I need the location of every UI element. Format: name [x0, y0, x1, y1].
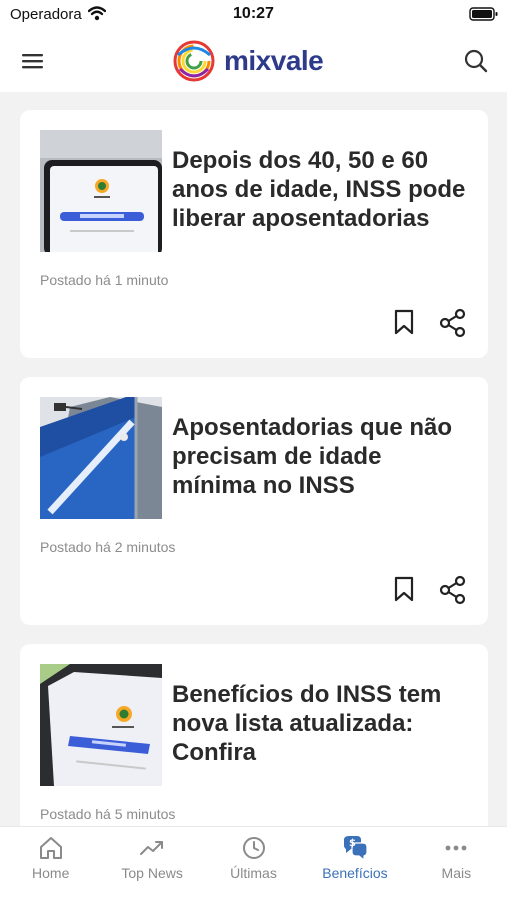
tab-label: Últimas [230, 865, 277, 881]
news-feed[interactable]: Depois dos 40, 50 e 60 anos de idade, IN… [0, 92, 507, 826]
share-icon[interactable] [438, 575, 468, 605]
article-posted-time: Postado há 5 minutos [40, 806, 176, 822]
bookmark-icon[interactable] [392, 308, 416, 336]
phone-screen-image [40, 664, 162, 786]
brand-name: mixvale [224, 45, 324, 76]
tab-label: Mais [441, 865, 472, 881]
battery-icon [469, 7, 498, 21]
home-icon [39, 837, 62, 859]
trending-icon [140, 841, 164, 855]
clock-icon [242, 837, 265, 859]
tab-mais[interactable]: Mais [406, 827, 507, 900]
article-thumbnail[interactable] [40, 130, 162, 252]
building-image [40, 397, 162, 519]
brand-logo[interactable]: mixvale [172, 38, 324, 84]
search-icon[interactable] [463, 48, 489, 74]
wifi-icon [88, 6, 106, 21]
article-card[interactable]: Aposentadorias que não precisam de idade… [20, 377, 488, 625]
hamburger-menu-icon[interactable] [18, 48, 48, 74]
article-thumbnail[interactable] [40, 397, 162, 519]
tab-home[interactable]: Home [0, 827, 101, 900]
article-card[interactable]: Depois dos 40, 50 e 60 anos de idade, IN… [20, 110, 488, 358]
more-dots-icon [445, 845, 467, 851]
tab-top-news[interactable]: Top News [101, 827, 202, 900]
status-bar: Operadora 10:27 [0, 0, 507, 30]
svg-text:$: $ [349, 838, 356, 849]
tab-label: Benefícios [322, 865, 388, 881]
article-title[interactable]: Depois dos 40, 50 e 60 anos de idade, IN… [172, 146, 472, 233]
bookmark-icon[interactable] [392, 575, 416, 603]
article-title[interactable]: Benefícios do INSS tem nova lista atuali… [172, 680, 472, 767]
carrier-label: Operadora [10, 6, 82, 23]
tab-label: Top News [121, 865, 183, 881]
dollar-chat-icon: $ [343, 836, 368, 862]
tab-beneficios[interactable]: $ Benefícios [304, 827, 405, 900]
bottom-tab-bar: Home Top News Últimas $ Benefícios Mais [0, 826, 507, 900]
brand-swirl-icon [173, 40, 215, 82]
article-thumbnail[interactable] [40, 664, 162, 786]
article-card[interactable]: Benefícios do INSS tem nova lista atuali… [20, 644, 488, 826]
article-title[interactable]: Aposentadorias que não precisam de idade… [172, 413, 472, 500]
article-posted-time: Postado há 1 minuto [40, 272, 169, 288]
tab-ultimas[interactable]: Últimas [203, 827, 304, 900]
phone-screen-image [40, 130, 162, 252]
article-posted-time: Postado há 2 minutos [40, 539, 176, 555]
app-header: mixvale [0, 30, 507, 92]
share-icon[interactable] [438, 308, 468, 338]
tab-label: Home [32, 865, 70, 881]
